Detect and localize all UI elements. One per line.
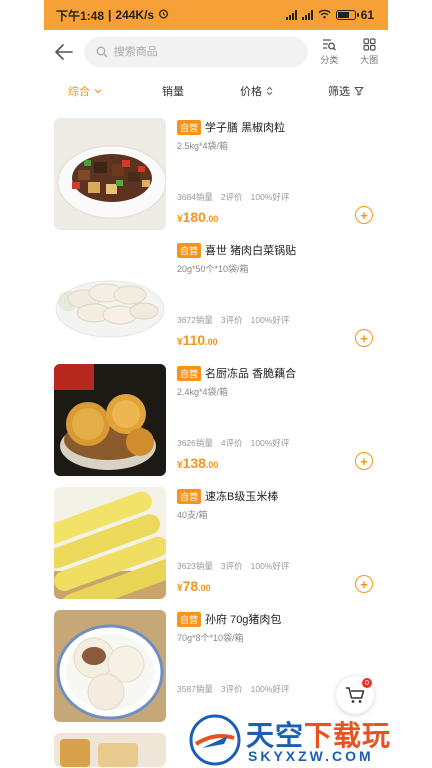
- self-operated-badge: 自营: [177, 119, 202, 135]
- sales-count: 3672销量: [177, 315, 213, 325]
- product-price: ¥138.00: [177, 455, 219, 471]
- add-to-cart-button[interactable]: +: [355, 575, 373, 593]
- self-operated-badge: 自营: [177, 611, 202, 627]
- sort-icon: [266, 86, 273, 96]
- self-operated-badge: 自营: [177, 365, 202, 381]
- shopping-cart-icon: [346, 687, 365, 703]
- product-image: [54, 487, 166, 599]
- plus-icon: +: [360, 330, 368, 346]
- signal-icon: [301, 10, 313, 20]
- review-count: 2评价: [220, 192, 243, 202]
- product-stats: 3684销量 2评价 100%好评: [177, 191, 289, 203]
- product-price: ¥78.00: [177, 578, 211, 594]
- cart-button[interactable]: 0: [336, 676, 374, 714]
- product-stats: 3626销量 4评价 100%好评: [177, 437, 289, 449]
- bigview-button[interactable]: 大图: [350, 38, 388, 66]
- product-stats: 3623销量 3评价 100%好评: [177, 560, 289, 572]
- arrow-left-icon: [55, 44, 73, 60]
- product-image: [54, 364, 166, 476]
- product-spec: 2.5kg*4袋/箱: [177, 141, 229, 151]
- product-price: ¥180.00: [177, 209, 219, 225]
- filter-sales[interactable]: 销量: [162, 83, 184, 99]
- product-image: [54, 118, 166, 230]
- filter-price[interactable]: 价格: [240, 83, 273, 99]
- review-count: 4评价: [220, 438, 243, 448]
- product-stats: 3587销量 3评价 100%好评: [177, 683, 289, 695]
- category-icon: [323, 39, 337, 51]
- funnel-icon: [354, 86, 364, 96]
- review-count: 3评价: [220, 684, 243, 694]
- product-card[interactable]: 自营 孙府 70g猪肉包 70g*8个*10袋/箱 3587销量 3评价 100…: [44, 604, 388, 727]
- grid-icon: [362, 38, 376, 51]
- chevron-down-icon: [94, 89, 102, 94]
- watermark-logo: 天空下载玩 SKYXZW.COM: [186, 712, 432, 768]
- positive-rating: 100%好评: [250, 684, 290, 694]
- product-card[interactable]: 自营 喜世 猪肉白菜锅贴 20g*50个*10袋/箱 3672销量 3评价 10…: [44, 235, 388, 358]
- plus-icon: +: [360, 576, 368, 592]
- watermark-en-text: SKYXZW.COM: [248, 748, 374, 764]
- search-icon: [96, 46, 108, 58]
- product-image: [54, 241, 166, 353]
- bigview-label: 大图: [360, 55, 379, 65]
- product-image: [54, 610, 166, 722]
- add-to-cart-button[interactable]: +: [355, 329, 373, 347]
- review-count: 3评价: [220, 561, 243, 571]
- battery-icon: [335, 10, 359, 20]
- product-title: 孙府 70g猪肉包: [205, 614, 282, 626]
- cart-count-badge: 0: [362, 678, 372, 688]
- network-speed: 244K/s: [115, 8, 155, 22]
- product-title: 学子膳 黑椒肉粒: [205, 122, 286, 134]
- wifi-icon: [318, 8, 331, 22]
- back-button[interactable]: [44, 30, 84, 74]
- positive-rating: 100%好评: [250, 561, 290, 571]
- header: 分类 大图: [44, 30, 388, 74]
- sales-count: 3626销量: [177, 438, 213, 448]
- product-stats: 3672销量 3评价 100%好评: [177, 314, 289, 326]
- filter-screen[interactable]: 筛选: [328, 83, 364, 99]
- plus-icon: +: [360, 207, 368, 223]
- product-card[interactable]: 自营 名厨冻品 香脆藕合 2.4kg*4袋/箱 3626销量 4评价 100%好…: [44, 358, 388, 481]
- alarm-icon: [158, 8, 169, 22]
- review-count: 3评价: [220, 315, 243, 325]
- add-to-cart-button[interactable]: +: [355, 206, 373, 224]
- product-title: 名厨冻品 香脆藕合: [205, 368, 297, 380]
- self-operated-badge: 自营: [177, 242, 202, 258]
- product-card[interactable]: 自营 学子膳 黑椒肉粒 2.5kg*4袋/箱 3684销量 2评价 100%好评…: [44, 112, 388, 235]
- filter-bar: 综合 销量 价格 筛选: [44, 76, 388, 106]
- filter-comprehensive[interactable]: 综合: [68, 83, 102, 99]
- product-image: [54, 733, 166, 767]
- product-spec: 70g*8个*10袋/箱: [177, 633, 244, 643]
- category-label: 分类: [320, 55, 339, 65]
- product-list: 自营 学子膳 黑椒肉粒 2.5kg*4袋/箱 3684销量 2评价 100%好评…: [44, 112, 388, 767]
- positive-rating: 100%好评: [250, 192, 290, 202]
- self-operated-badge: 自营: [177, 488, 202, 504]
- product-title: 喜世 猪肉白菜锅贴: [205, 245, 297, 257]
- positive-rating: 100%好评: [250, 438, 290, 448]
- product-spec: 40支/箱: [177, 510, 208, 520]
- add-to-cart-button[interactable]: +: [355, 452, 373, 470]
- positive-rating: 100%好评: [250, 315, 290, 325]
- hd-signal-icon: [285, 10, 297, 20]
- battery-text: 61: [360, 8, 374, 22]
- search-input[interactable]: [113, 46, 294, 58]
- product-card[interactable]: 自营 速冻B级玉米棒 40支/箱 3623销量 3评价 100%好评 ¥78.0…: [44, 481, 388, 604]
- product-spec: 20g*50个*10袋/箱: [177, 264, 249, 274]
- product-title: 速冻B级玉米棒: [205, 491, 279, 503]
- sales-count: 3587销量: [177, 684, 213, 694]
- product-price: ¥110.00: [177, 332, 218, 348]
- status-bar: 下午1:48 | 244K/s 61: [44, 0, 388, 30]
- sales-count: 3684销量: [177, 192, 213, 202]
- product-spec: 2.4kg*4袋/箱: [177, 387, 229, 397]
- sales-count: 3623销量: [177, 561, 213, 571]
- search-box[interactable]: [83, 37, 309, 67]
- status-time: 下午1:48: [56, 8, 105, 23]
- category-button[interactable]: 分类: [310, 38, 348, 66]
- plus-icon: +: [360, 453, 368, 469]
- plane-logo-icon: [189, 714, 241, 766]
